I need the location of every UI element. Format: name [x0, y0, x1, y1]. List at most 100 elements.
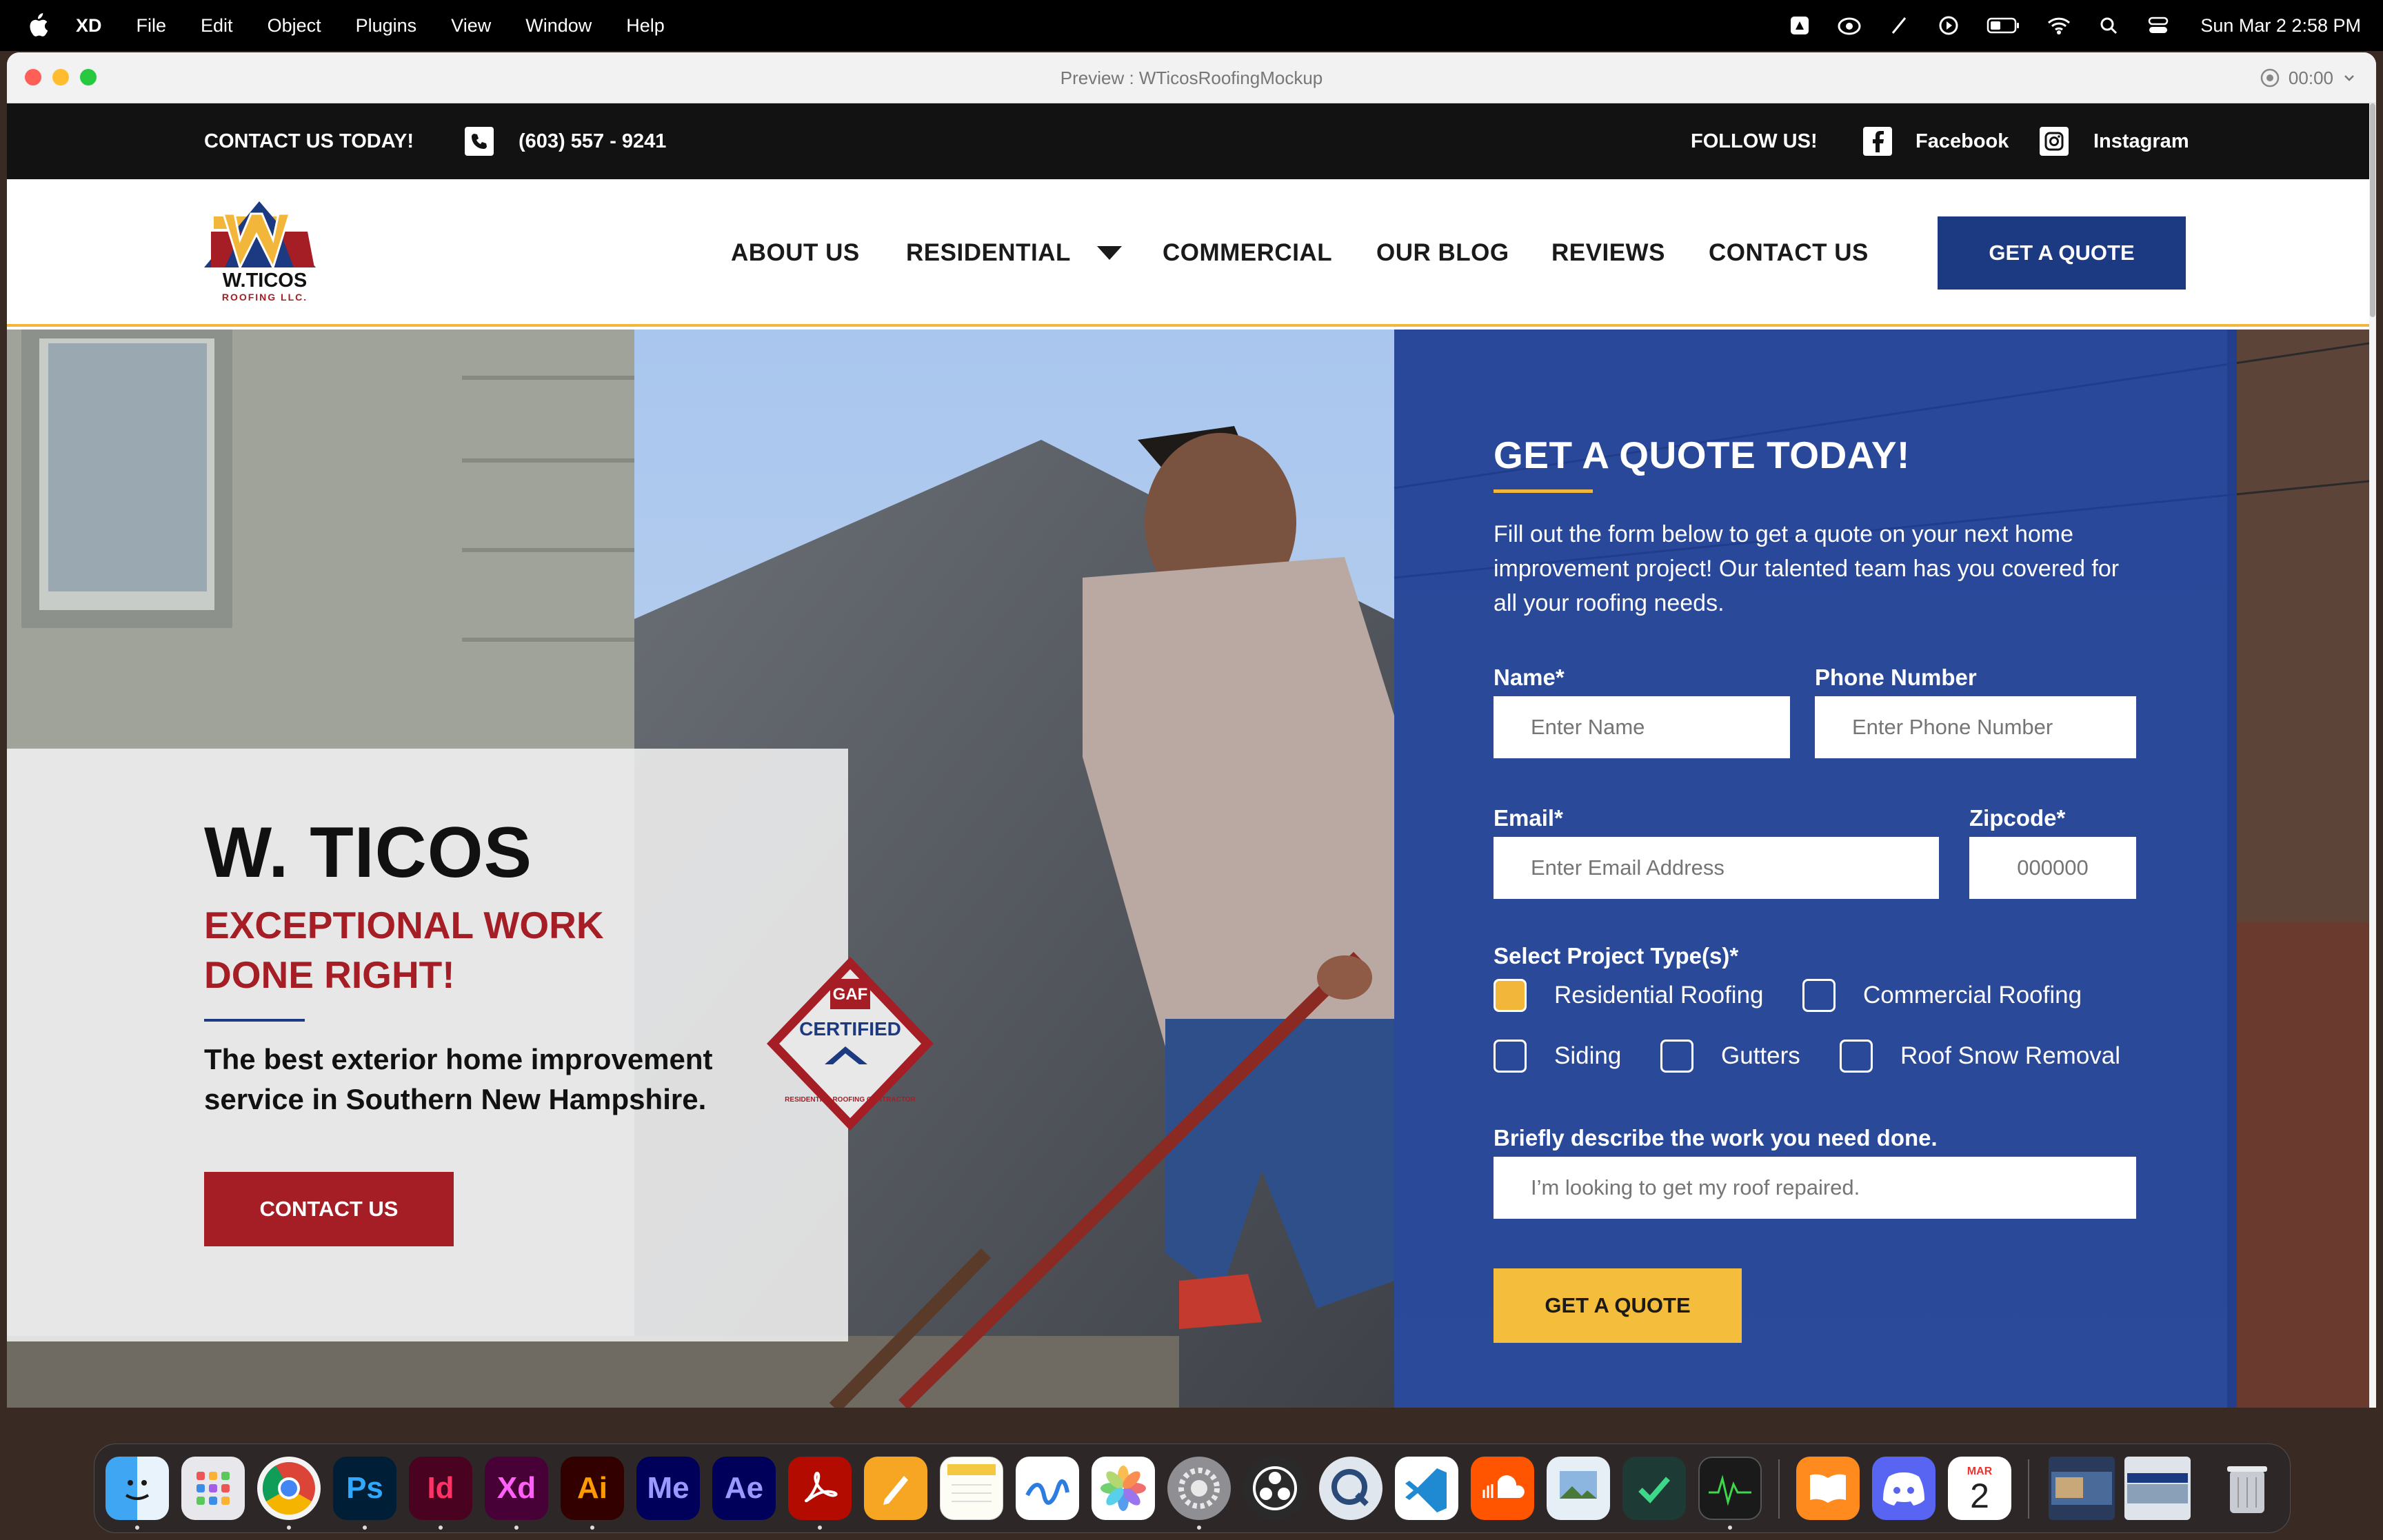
wifi-icon[interactable]: [2047, 14, 2071, 37]
menu-file[interactable]: File: [137, 15, 167, 37]
menu-window[interactable]: Window: [525, 15, 592, 37]
apple-icon[interactable]: [26, 13, 48, 38]
chrome-icon[interactable]: [257, 1457, 321, 1520]
photos-icon[interactable]: [1092, 1457, 1155, 1520]
option-roof-snow-removal[interactable]: Roof Snow Removal: [1840, 1040, 2120, 1073]
option-gutters[interactable]: Gutters: [1660, 1040, 1800, 1073]
caret-down-icon[interactable]: [1096, 245, 1123, 261]
facebook-link[interactable]: Facebook: [1863, 103, 2009, 179]
nav-commercial[interactable]: COMMERCIAL: [1163, 179, 1332, 327]
calendar-day: 2: [1970, 1477, 1989, 1515]
quote-form-title: GET A QUOTE TODAY!: [1494, 434, 1910, 476]
chevron-down-icon[interactable]: [2342, 70, 2357, 85]
launchpad-icon[interactable]: [181, 1457, 245, 1520]
zipcode-input[interactable]: [1969, 837, 2136, 899]
vertical-scrollbar[interactable]: [2369, 103, 2376, 1408]
obs-icon[interactable]: [1243, 1457, 1307, 1520]
running-indicator: [135, 1526, 139, 1530]
books-icon[interactable]: [1796, 1457, 1860, 1520]
nav-residential[interactable]: RESIDENTIAL: [906, 179, 1123, 327]
nav-about-us[interactable]: ABOUT US: [731, 179, 860, 327]
acrobat-icon[interactable]: [788, 1457, 852, 1520]
checkbox[interactable]: [1660, 1040, 1693, 1073]
email-input[interactable]: [1494, 837, 1939, 899]
cloud-status-icon[interactable]: [1838, 14, 1861, 37]
hero-description: The best exterior home improvement servi…: [204, 1043, 713, 1115]
checkbox[interactable]: [1802, 979, 1836, 1012]
get-quote-submit-button[interactable]: GET A QUOTE: [1494, 1268, 1742, 1343]
wticos-logo[interactable]: W.TICOS ROOFING LLC.: [204, 201, 325, 305]
menu-plugins[interactable]: Plugins: [356, 15, 417, 37]
option-siding[interactable]: Siding: [1494, 1040, 1621, 1073]
gaf-certified-badge: GAF CERTIFIED RESIDENTIAL ROOFING CONTRA…: [767, 957, 934, 1131]
nav-residential-label: RESIDENTIAL: [906, 239, 1071, 266]
phone-link[interactable]: (603) 557 - 9241: [465, 103, 666, 179]
play-status-icon[interactable]: [1937, 14, 1960, 37]
phone-label: Phone Number: [1815, 665, 1977, 690]
describe-work-input[interactable]: [1494, 1157, 2136, 1219]
battery-icon[interactable]: [1987, 14, 2021, 37]
nav-our-blog[interactable]: OUR BLOG: [1376, 179, 1509, 327]
trash-icon[interactable]: [2215, 1457, 2279, 1520]
facebook-icon: [1863, 127, 1892, 156]
certified-text: CERTIFIED: [799, 1018, 901, 1040]
checkbox-checked[interactable]: [1494, 979, 1527, 1012]
menu-help[interactable]: Help: [626, 15, 665, 37]
instagram-link[interactable]: Instagram: [2040, 103, 2189, 179]
pen-status-icon[interactable]: [1887, 14, 1911, 37]
xd-icon[interactable]: Xd: [485, 1457, 548, 1520]
running-indicator: [363, 1526, 367, 1530]
media-encoder-icon[interactable]: Me: [636, 1457, 700, 1520]
illustrator-icon[interactable]: Ai: [561, 1457, 624, 1520]
scrollbar-thumb[interactable]: [2370, 103, 2375, 317]
pages-icon[interactable]: [864, 1457, 927, 1520]
notes-icon[interactable]: [940, 1457, 1003, 1520]
control-center-icon[interactable]: [2146, 14, 2170, 37]
menu-view[interactable]: View: [451, 15, 491, 37]
nav-contact-us[interactable]: CONTACT US: [1709, 179, 1869, 327]
creative-cloud-status-icon[interactable]: [1788, 14, 1811, 37]
record-icon[interactable]: [2260, 68, 2280, 88]
menu-edit[interactable]: Edit: [201, 15, 233, 37]
finder-icon[interactable]: [105, 1457, 169, 1520]
contact-us-button[interactable]: CONTACT US: [204, 1172, 454, 1246]
menu-object[interactable]: Object: [268, 15, 321, 37]
record-control[interactable]: 00:00: [2260, 52, 2357, 103]
discord-icon[interactable]: [1872, 1457, 1935, 1520]
minimized-window-thumbnail[interactable]: [2049, 1457, 2115, 1520]
checkbox[interactable]: [1840, 1040, 1873, 1073]
indesign-icon[interactable]: Id: [409, 1457, 472, 1520]
nav-reviews[interactable]: REVIEWS: [1551, 179, 1665, 327]
checkbox[interactable]: [1494, 1040, 1527, 1073]
menu-clock[interactable]: Sun Mar 2 2:58 PM: [2200, 15, 2361, 37]
calendar-icon[interactable]: MAR 2: [1948, 1457, 2011, 1520]
get-quote-nav-button[interactable]: GET A QUOTE: [1938, 216, 2186, 290]
system-settings-icon[interactable]: [1167, 1457, 1231, 1520]
search-icon[interactable]: [2097, 14, 2120, 37]
minimized-window-thumbnail[interactable]: [2124, 1457, 2191, 1520]
quicktime-icon[interactable]: [1319, 1457, 1382, 1520]
after-effects-icon[interactable]: Ae: [712, 1457, 776, 1520]
option-residential-roofing[interactable]: Residential Roofing: [1494, 979, 1764, 1012]
phone-number: (603) 557 - 9241: [519, 130, 667, 152]
menu-app-name[interactable]: XD: [76, 15, 102, 37]
vscode-icon[interactable]: [1395, 1457, 1458, 1520]
dock-separator: [2028, 1459, 2029, 1519]
zipcode-label: Zipcode*: [1969, 805, 2066, 831]
soundcloud-icon[interactable]: [1471, 1457, 1534, 1520]
follow-label: FOLLOW US!: [1691, 130, 1818, 152]
running-indicator: [590, 1526, 594, 1530]
preview-icon[interactable]: [1547, 1457, 1610, 1520]
option-label: Gutters: [1721, 1042, 1800, 1069]
freeform-icon[interactable]: [1016, 1457, 1079, 1520]
tick-icon[interactable]: [1622, 1457, 1686, 1520]
logo-name: W.TICOS: [223, 270, 307, 292]
option-commercial-roofing[interactable]: Commercial Roofing: [1802, 979, 2082, 1012]
name-input[interactable]: [1494, 696, 1790, 758]
instagram-label: Instagram: [2093, 130, 2189, 152]
phone-icon: [465, 127, 494, 156]
photoshop-icon[interactable]: Ps: [333, 1457, 396, 1520]
activity-monitor-icon[interactable]: [1698, 1457, 1762, 1520]
phone-input[interactable]: [1815, 696, 2136, 758]
project-type-label: Select Project Type(s)*: [1494, 943, 1739, 969]
